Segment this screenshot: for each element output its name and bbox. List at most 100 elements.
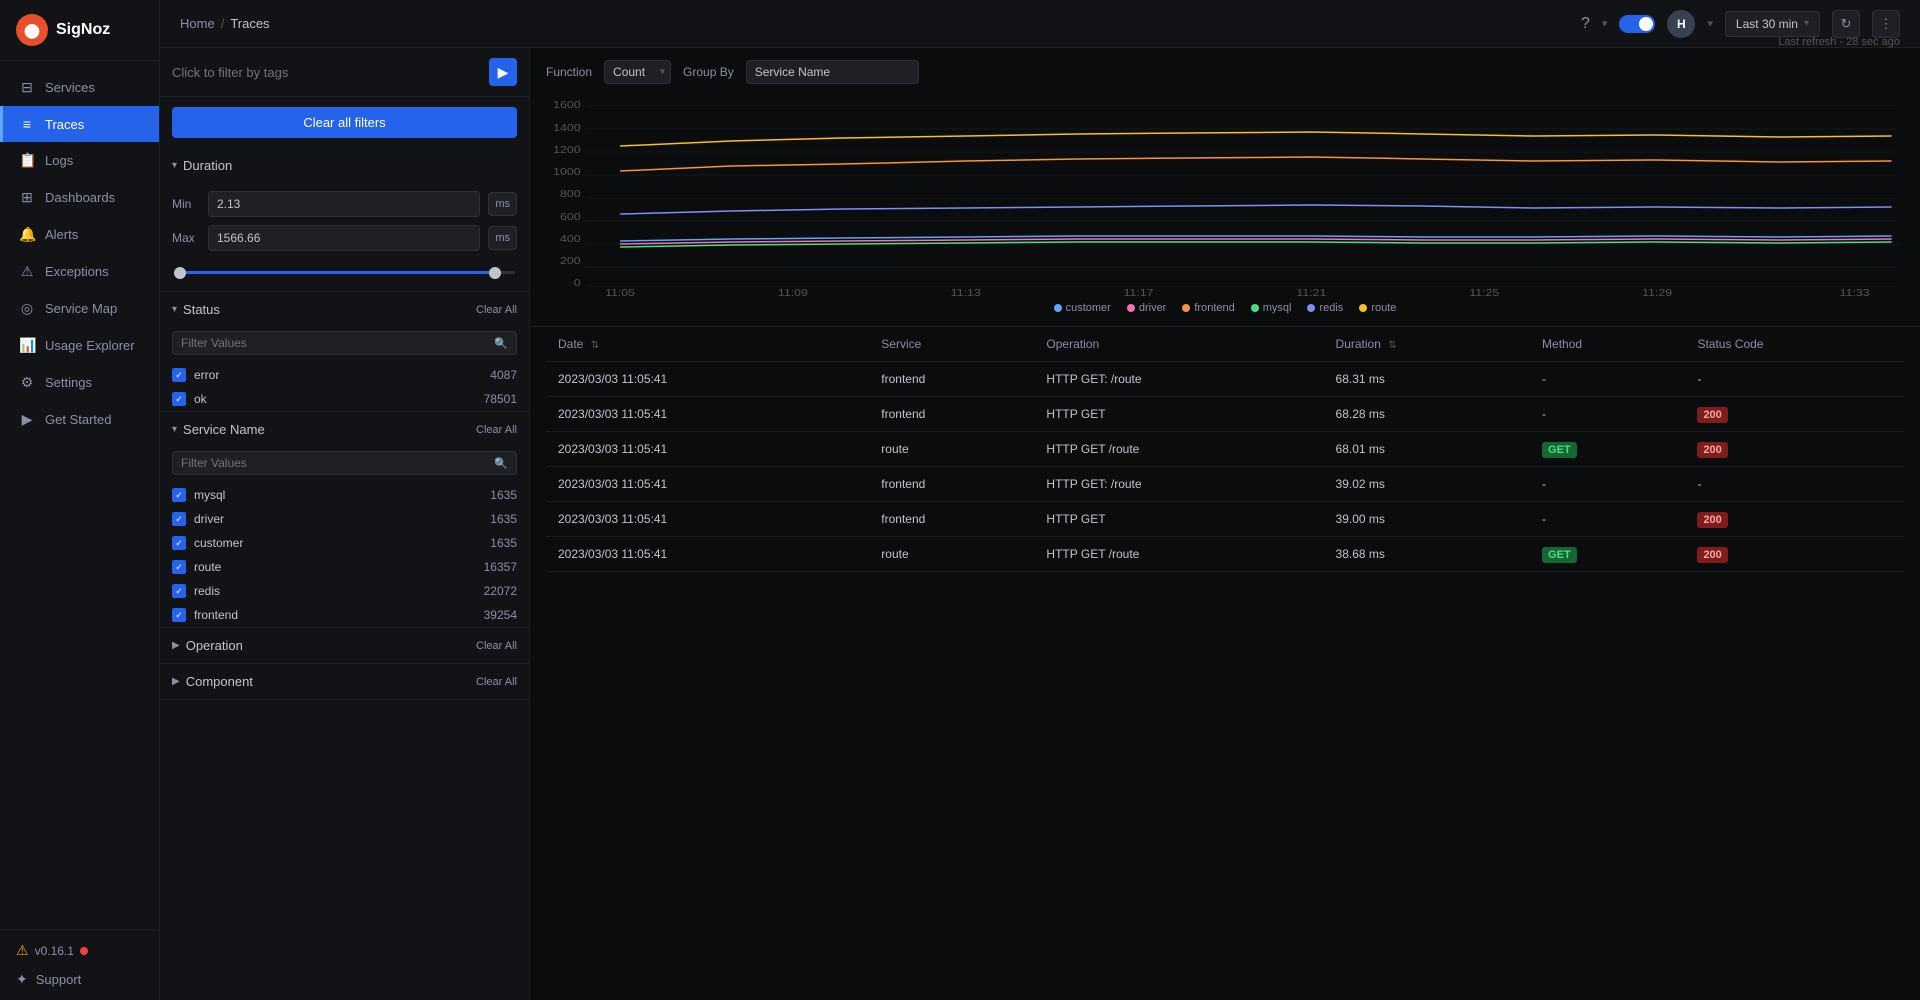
sidebar-item-usage-explorer[interactable]: 📊 Usage Explorer: [0, 327, 159, 364]
service-driver-checkbox[interactable]: ✓: [172, 512, 186, 526]
duration-header[interactable]: ▾ Duration: [160, 148, 529, 183]
cell-method: -: [1530, 502, 1685, 537]
duration-max-input[interactable]: [208, 225, 480, 251]
service-map-icon: ◎: [19, 300, 35, 317]
status-ok-label: ok: [194, 392, 207, 406]
user-dropdown-arrow: ▾: [1707, 17, 1713, 30]
status-section: ▾ Status Clear All 🔍 ✓ error: [160, 292, 529, 412]
legend-redis-dot: [1307, 304, 1315, 312]
service-customer-count: 1635: [490, 536, 517, 550]
operation-clear-link[interactable]: Clear All: [476, 640, 517, 652]
more-options-button[interactable]: ⋮: [1872, 10, 1900, 38]
sidebar-item-settings[interactable]: ⚙ Settings: [0, 364, 159, 401]
service-redis-checkbox[interactable]: ✓: [172, 584, 186, 598]
group-by-input[interactable]: [746, 60, 919, 84]
duration-sort-icon[interactable]: ⇅: [1388, 340, 1396, 351]
status-values-search: 🔍: [172, 331, 517, 355]
function-select[interactable]: Count: [604, 60, 671, 84]
cell-status-code: 200: [1685, 537, 1904, 572]
breadcrumb: Home / Traces: [180, 16, 270, 31]
help-button[interactable]: ?: [1581, 15, 1590, 33]
col-operation: Operation: [1034, 327, 1323, 362]
user-avatar[interactable]: H: [1667, 10, 1695, 38]
version-label: v0.16.1: [35, 944, 74, 958]
service-customer-checkbox[interactable]: ✓: [172, 536, 186, 550]
sidebar-item-services[interactable]: ⊟ Services: [0, 69, 159, 106]
range-thumb-left[interactable]: [174, 267, 186, 279]
breadcrumb-home[interactable]: Home: [180, 16, 215, 31]
service-frontend-checkbox[interactable]: ✓: [172, 608, 186, 622]
cell-duration: 39.00 ms: [1324, 502, 1531, 537]
svg-text:11:29: 11:29: [1642, 288, 1672, 296]
version-status-dot: [80, 947, 88, 955]
cell-operation: HTTP GET: [1034, 397, 1323, 432]
table-row[interactable]: 2023/03/03 11:05:41 route HTTP GET /rout…: [546, 537, 1904, 572]
sidebar-item-traces[interactable]: ≡ Traces: [0, 106, 159, 142]
range-thumb-right[interactable]: [489, 267, 501, 279]
duration-min-input[interactable]: [208, 191, 480, 217]
duration-max-label: Max: [172, 231, 200, 245]
date-sort-icon[interactable]: ⇅: [591, 340, 599, 351]
logo-text: SigNoz: [56, 21, 110, 39]
svg-text:11:25: 11:25: [1469, 288, 1499, 296]
table-area: Date ⇅ Service Operation Duration: [530, 327, 1920, 1000]
duration-range-slider[interactable]: [172, 259, 517, 279]
support-row[interactable]: ✦ Support: [16, 971, 143, 988]
clear-all-filters-button[interactable]: Clear all filters: [172, 107, 517, 138]
theme-toggle[interactable]: [1619, 15, 1655, 33]
range-fill: [174, 271, 498, 274]
service-name-label: Service Name: [183, 422, 265, 437]
sidebar-item-alerts[interactable]: 🔔 Alerts: [0, 216, 159, 253]
legend-redis: redis: [1307, 302, 1343, 314]
sidebar-item-exceptions[interactable]: ⚠ Exceptions: [0, 253, 159, 290]
service-route-checkbox[interactable]: ✓: [172, 560, 186, 574]
service-mysql-checkbox[interactable]: ✓: [172, 488, 186, 502]
status-item-ok-left: ✓ ok: [172, 392, 207, 406]
filter-panel: ▶ Clear all filters ▾ Duration Min ms: [160, 48, 530, 1000]
status-header[interactable]: ▾ Status Clear All: [160, 292, 529, 327]
col-operation-label: Operation: [1046, 337, 1099, 351]
status-title: ▾ Status: [172, 302, 220, 317]
table-row[interactable]: 2023/03/03 11:05:41 frontend HTTP GET 68…: [546, 397, 1904, 432]
duration-title: ▾ Duration: [172, 158, 232, 173]
cell-method: -: [1530, 397, 1685, 432]
sidebar-item-service-map[interactable]: ◎ Service Map: [0, 290, 159, 327]
component-chevron-icon: ▶: [172, 676, 180, 687]
sidebar-item-dashboards[interactable]: ⊞ Dashboards: [0, 179, 159, 216]
table-row[interactable]: 2023/03/03 11:05:41 frontend HTTP GET 39…: [546, 502, 1904, 537]
component-header[interactable]: ▶ Component Clear All: [160, 664, 529, 699]
status-empty: -: [1697, 372, 1701, 386]
service-redis-label: redis: [194, 584, 220, 598]
service-name-clear-link[interactable]: Clear All: [476, 424, 517, 436]
sidebar-item-get-started[interactable]: ▶ Get Started: [0, 401, 159, 438]
status-ok-checkbox[interactable]: ✓: [172, 392, 186, 406]
status-filter-input[interactable]: [181, 336, 488, 350]
sidebar-item-logs[interactable]: 📋 Logs: [0, 142, 159, 179]
sidebar-label-settings: Settings: [45, 375, 92, 390]
cell-status-code: 200: [1685, 397, 1904, 432]
filter-search-input[interactable]: [172, 65, 481, 80]
table-row[interactable]: 2023/03/03 11:05:41 frontend HTTP GET: /…: [546, 362, 1904, 397]
service-name-filter-input[interactable]: [181, 456, 488, 470]
legend-route-label: route: [1371, 302, 1396, 314]
duration-content: Min ms Max ms: [160, 183, 529, 291]
sidebar: ⬤ SigNoz ⊟ Services ≡ Traces 📋 Logs ⊞ Da…: [0, 0, 160, 1000]
operation-chevron-icon: ▶: [172, 640, 180, 651]
svg-text:11:21: 11:21: [1296, 288, 1326, 296]
operation-header[interactable]: ▶ Operation Clear All: [160, 628, 529, 663]
status-clear-link[interactable]: Clear All: [476, 304, 517, 316]
service-mysql-count: 1635: [490, 488, 517, 502]
filter-search-button[interactable]: ▶: [489, 58, 517, 86]
table-row[interactable]: 2023/03/03 11:05:41 route HTTP GET /rout…: [546, 432, 1904, 467]
service-route-label: route: [194, 560, 221, 574]
time-selector[interactable]: Last 30 min ▾: [1725, 11, 1820, 37]
legend-driver-label: driver: [1139, 302, 1167, 314]
table-row[interactable]: 2023/03/03 11:05:41 frontend HTTP GET: /…: [546, 467, 1904, 502]
status-error-checkbox[interactable]: ✓: [172, 368, 186, 382]
refresh-button[interactable]: ↻: [1832, 10, 1860, 38]
logo: ⬤ SigNoz: [0, 0, 159, 61]
status-label: Status: [183, 302, 220, 317]
component-clear-link[interactable]: Clear All: [476, 676, 517, 688]
cell-method: GET: [1530, 537, 1685, 572]
service-name-header[interactable]: ▾ Service Name Clear All: [160, 412, 529, 447]
